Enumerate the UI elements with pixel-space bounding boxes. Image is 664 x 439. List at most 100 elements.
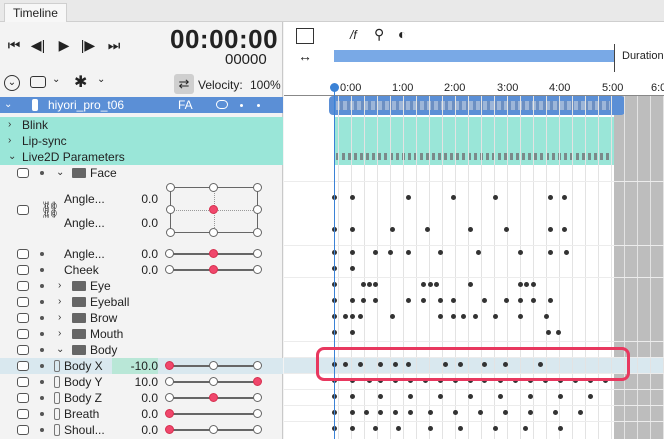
- param-cheek[interactable]: Cheek 0.0: [0, 262, 283, 278]
- param-body-x[interactable]: Body X -10.0: [0, 358, 283, 374]
- edge-knob[interactable]: [209, 183, 218, 192]
- keyframe-dot[interactable]: [468, 282, 473, 287]
- keyframe-dot[interactable]: [564, 250, 569, 255]
- keyframe-dot[interactable]: [388, 250, 393, 255]
- edge-knob[interactable]: [253, 205, 262, 214]
- visibility-icon[interactable]: [17, 361, 29, 371]
- keyframe-dot[interactable]: [361, 298, 366, 303]
- keyframe-dot[interactable]: [493, 426, 498, 431]
- keyframe-dot[interactable]: [546, 330, 551, 335]
- visibility-eye-icon[interactable]: [216, 100, 228, 109]
- slider-knob[interactable]: [253, 425, 262, 434]
- keyframe-dot[interactable]: [518, 250, 523, 255]
- group-live2d-parameters[interactable]: ⌄ Live2D Parameters: [0, 149, 283, 165]
- visibility-icon[interactable]: [17, 313, 29, 323]
- keyframe-dot[interactable]: [350, 394, 355, 399]
- onion-skin-icon[interactable]: ⚲: [374, 26, 384, 43]
- keyframe-dot[interactable]: [531, 282, 536, 287]
- slider-knob[interactable]: [209, 249, 218, 258]
- keyframe-dot[interactable]: [503, 410, 508, 415]
- keyframe-dot[interactable]: [428, 282, 433, 287]
- collapse-icon[interactable]: ⌄: [4, 97, 12, 113]
- keyframe-dot[interactable]: [482, 298, 487, 303]
- slider-knob[interactable]: [165, 377, 174, 386]
- visibility-icon[interactable]: [17, 297, 29, 307]
- slider-knob[interactable]: [209, 377, 218, 386]
- asterisk-icon[interactable]: ✱: [74, 72, 87, 92]
- visibility-icon[interactable]: [17, 281, 29, 291]
- keyframe-dot[interactable]: [393, 410, 398, 415]
- param-breath[interactable]: Breath 0.0: [0, 406, 283, 422]
- xy-pad[interactable]: [166, 183, 262, 237]
- keyframe-dot[interactable]: [350, 330, 355, 335]
- slider-knob[interactable]: [209, 425, 218, 434]
- slider-knob[interactable]: [209, 265, 218, 274]
- visibility-icon[interactable]: [17, 409, 29, 419]
- go-to-end-icon[interactable]: ⏭: [106, 37, 122, 53]
- keyframe-dot[interactable]: [558, 426, 563, 431]
- keyframe-dot[interactable]: [498, 394, 503, 399]
- slider-knob[interactable]: [253, 393, 262, 402]
- keyframe-dot[interactable]: [528, 394, 533, 399]
- edge-knob[interactable]: [209, 228, 218, 237]
- slider-knob[interactable]: [253, 265, 262, 274]
- keyframe-dot[interactable]: [476, 250, 481, 255]
- keyframe-dot[interactable]: [504, 227, 509, 232]
- keyframe-dot[interactable]: [558, 394, 563, 399]
- keyframe-dot[interactable]: [373, 282, 378, 287]
- slider-knob[interactable]: [209, 361, 218, 370]
- velocity-value[interactable]: 100%: [250, 78, 281, 92]
- keyframe-dot[interactable]: [548, 195, 553, 200]
- param-shoulder[interactable]: Shoul... 0.0: [0, 422, 283, 438]
- keyframe-dot[interactable]: [523, 426, 528, 431]
- keyframe-dot[interactable]: [390, 227, 395, 232]
- chevron-down-icon[interactable]: ⌄: [8, 149, 16, 165]
- keyframe-dot[interactable]: [451, 195, 456, 200]
- visibility-icon[interactable]: [17, 265, 29, 275]
- group-lip-sync[interactable]: › Lip-sync: [0, 133, 283, 149]
- keyframe-dot[interactable]: [562, 227, 567, 232]
- param-slider[interactable]: [165, 425, 262, 434]
- visibility-icon[interactable]: [17, 377, 29, 387]
- filter-icon[interactable]: ⌄: [4, 75, 20, 91]
- visibility-icon[interactable]: [17, 425, 29, 435]
- chevron-right-icon[interactable]: ›: [58, 294, 61, 310]
- keyframe-dot[interactable]: [531, 298, 536, 303]
- visibility-icon[interactable]: [17, 168, 29, 178]
- keyframe-dot[interactable]: [468, 394, 473, 399]
- keyframe-dot[interactable]: [588, 394, 593, 399]
- keyframe-dot[interactable]: [453, 410, 458, 415]
- go-to-start-icon[interactable]: ⏮: [6, 37, 22, 53]
- chevron-right-icon[interactable]: ›: [8, 133, 11, 149]
- keyframe-dot[interactable]: [378, 410, 383, 415]
- keyframe-dot[interactable]: [578, 410, 583, 415]
- chevron-down-icon[interactable]: ⌄: [56, 342, 64, 358]
- chevron-right-icon[interactable]: ›: [8, 117, 11, 133]
- slider-knob[interactable]: [165, 361, 174, 370]
- chevron-right-icon[interactable]: ›: [58, 326, 61, 342]
- keyframe-dot[interactable]: [350, 410, 355, 415]
- chevron-down-icon[interactable]: ⌄: [56, 165, 64, 181]
- expand-arrows-icon[interactable]: ↔: [298, 48, 312, 64]
- visibility-icon[interactable]: [17, 393, 29, 403]
- param-slider[interactable]: [165, 361, 262, 370]
- work-area-bar[interactable]: [334, 50, 614, 62]
- keyframe-dot[interactable]: [438, 314, 443, 319]
- keyframe-dot[interactable]: [373, 298, 378, 303]
- slider-knob[interactable]: [165, 425, 174, 434]
- slider-knob[interactable]: [253, 409, 262, 418]
- keyframe-dot[interactable]: [553, 410, 558, 415]
- keyframe-dot[interactable]: [390, 314, 395, 319]
- keyframe-dot[interactable]: [350, 314, 355, 319]
- slider-knob[interactable]: [165, 249, 174, 258]
- slider-knob[interactable]: [253, 249, 262, 258]
- keyframe-dot[interactable]: [367, 282, 372, 287]
- keyframe-dot[interactable]: [478, 410, 483, 415]
- keyframe-dot[interactable]: [408, 410, 413, 415]
- keyframe-dot[interactable]: [562, 195, 567, 200]
- keyframe-dot[interactable]: [438, 298, 443, 303]
- keyframe-dot[interactable]: [493, 195, 498, 200]
- curve-editor-icon[interactable]: [296, 28, 314, 44]
- keyframe-dot[interactable]: [548, 227, 553, 232]
- loop-icon[interactable]: ⇄: [174, 74, 194, 94]
